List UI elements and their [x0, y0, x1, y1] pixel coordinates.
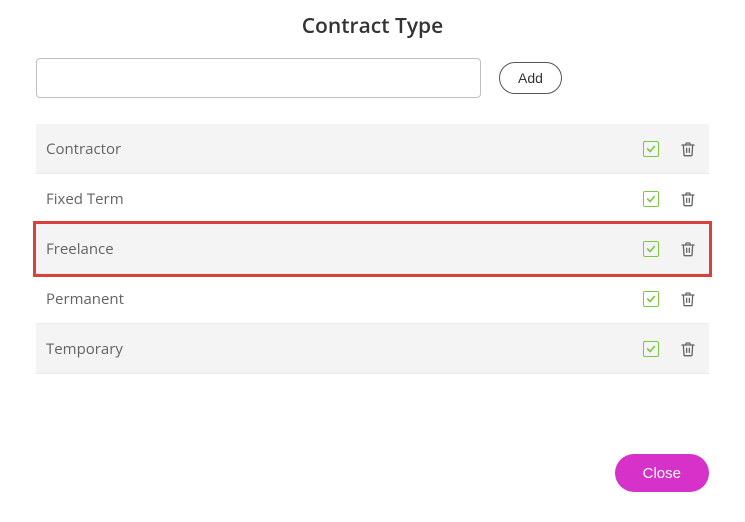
item-actions [643, 290, 697, 308]
enabled-checkbox[interactable] [643, 341, 659, 357]
enabled-checkbox[interactable] [643, 191, 659, 207]
enabled-checkbox[interactable] [643, 291, 659, 307]
list-item: Temporary [36, 324, 709, 374]
footer: Close [615, 454, 709, 492]
page-title: Contract Type [0, 0, 745, 58]
item-actions [643, 140, 697, 158]
item-label: Permanent [46, 289, 643, 309]
list-item: Fixed Term [36, 174, 709, 224]
trash-icon[interactable] [679, 240, 697, 258]
trash-icon[interactable] [679, 290, 697, 308]
contract-type-list: Contractor Fixed Term Freelance Permanent Te… [0, 124, 745, 374]
add-button[interactable]: Add [499, 62, 562, 94]
item-actions [643, 340, 697, 358]
close-button[interactable]: Close [615, 454, 709, 492]
list-item: Permanent [36, 274, 709, 324]
list-item: Freelance [36, 224, 709, 274]
list-item: Contractor [36, 124, 709, 174]
trash-icon[interactable] [679, 190, 697, 208]
enabled-checkbox[interactable] [643, 241, 659, 257]
item-actions [643, 240, 697, 258]
new-contract-type-input[interactable] [36, 58, 481, 98]
item-label: Contractor [46, 139, 643, 159]
trash-icon[interactable] [679, 140, 697, 158]
enabled-checkbox[interactable] [643, 141, 659, 157]
item-actions [643, 190, 697, 208]
item-label: Temporary [46, 339, 643, 359]
trash-icon[interactable] [679, 340, 697, 358]
item-label: Freelance [46, 239, 643, 259]
add-row: Add [0, 58, 745, 124]
item-label: Fixed Term [46, 189, 643, 209]
